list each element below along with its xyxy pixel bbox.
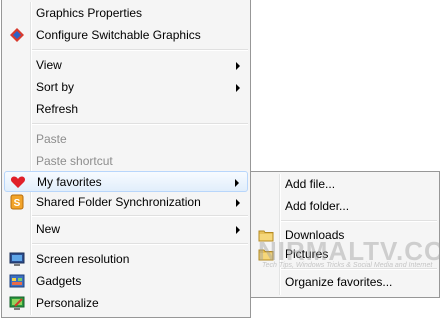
sync-icon: S — [9, 194, 25, 210]
submenu-item-add-folder[interactable]: Add folder... — [253, 196, 437, 217]
personalize-icon — [9, 295, 25, 311]
submenu-item-organize-favorites[interactable]: Organize favorites... — [253, 272, 437, 293]
menu-item-personalize[interactable]: Personalize — [4, 293, 248, 314]
submenu-arrow-icon — [236, 199, 240, 207]
gadgets-icon — [9, 273, 25, 289]
menu-item-label: Sort by — [36, 80, 75, 94]
menu-item-new[interactable]: New — [4, 219, 248, 240]
submenu-arrow-icon — [236, 62, 240, 70]
menu-item-gadgets[interactable]: Gadgets — [4, 271, 248, 292]
menu-item-label: Screen resolution — [36, 252, 130, 266]
menu-item-screen-resolution[interactable]: Screen resolution — [4, 249, 248, 270]
monitor-icon — [9, 251, 25, 267]
menu-item-my-favorites[interactable]: My favorites — [4, 171, 248, 192]
menu-item-paste-shortcut[interactable]: Paste shortcut — [4, 151, 248, 172]
menu-item-shared-folder-synchronization[interactable]: S Shared Folder Synchronization — [4, 192, 248, 213]
submenu-arrow-icon — [236, 84, 240, 92]
menu-separator — [32, 243, 248, 245]
menu-item-label: View — [36, 58, 62, 72]
menu-item-view[interactable]: View — [4, 55, 248, 76]
submenu-arrow-icon — [235, 179, 239, 187]
menu-item-graphics-properties[interactable]: Graphics Properties — [4, 3, 248, 24]
heart-icon — [10, 174, 26, 190]
submenu-arrow-icon — [236, 226, 240, 234]
menu-item-label: Add file... — [285, 177, 336, 191]
menu-item-label: Configure Switchable Graphics — [36, 28, 201, 42]
menu-separator — [32, 49, 248, 51]
favorites-submenu: Add file... Add folder... Downloads Pict… — [250, 171, 440, 298]
menu-item-label: Graphics Properties — [36, 6, 143, 20]
menu-separator — [32, 215, 248, 217]
menu-item-sort-by[interactable]: Sort by — [4, 77, 248, 98]
svg-text:S: S — [14, 198, 21, 209]
switchable-graphics-icon — [9, 27, 25, 43]
menu-item-refresh[interactable]: Refresh — [4, 99, 248, 120]
menu-item-label: Gadgets — [36, 274, 82, 288]
desktop-context-menu: Graphics Properties Configure Switchable… — [1, 0, 251, 318]
submenu-item-add-file[interactable]: Add file... — [253, 174, 437, 195]
menu-separator — [32, 123, 248, 125]
menu-item-configure-switchable-graphics[interactable]: Configure Switchable Graphics — [4, 25, 248, 46]
menu-item-label: Add folder... — [285, 199, 350, 213]
menu-item-label: New — [36, 222, 61, 236]
menu-item-label: Paste — [36, 132, 67, 146]
menu-item-label: My favorites — [37, 175, 102, 189]
menu-item-paste[interactable]: Paste — [4, 129, 248, 150]
menu-item-label: Personalize — [36, 296, 99, 310]
menu-item-label: Refresh — [36, 102, 79, 116]
menu-item-label: Organize favorites... — [285, 275, 393, 289]
menu-separator — [281, 220, 437, 222]
watermark-tagline: Tech Tips, Windows Tricks & Social Media… — [262, 262, 433, 269]
menu-item-label: Shared Folder Synchronization — [36, 195, 201, 209]
menu-item-label: Paste shortcut — [36, 154, 113, 168]
